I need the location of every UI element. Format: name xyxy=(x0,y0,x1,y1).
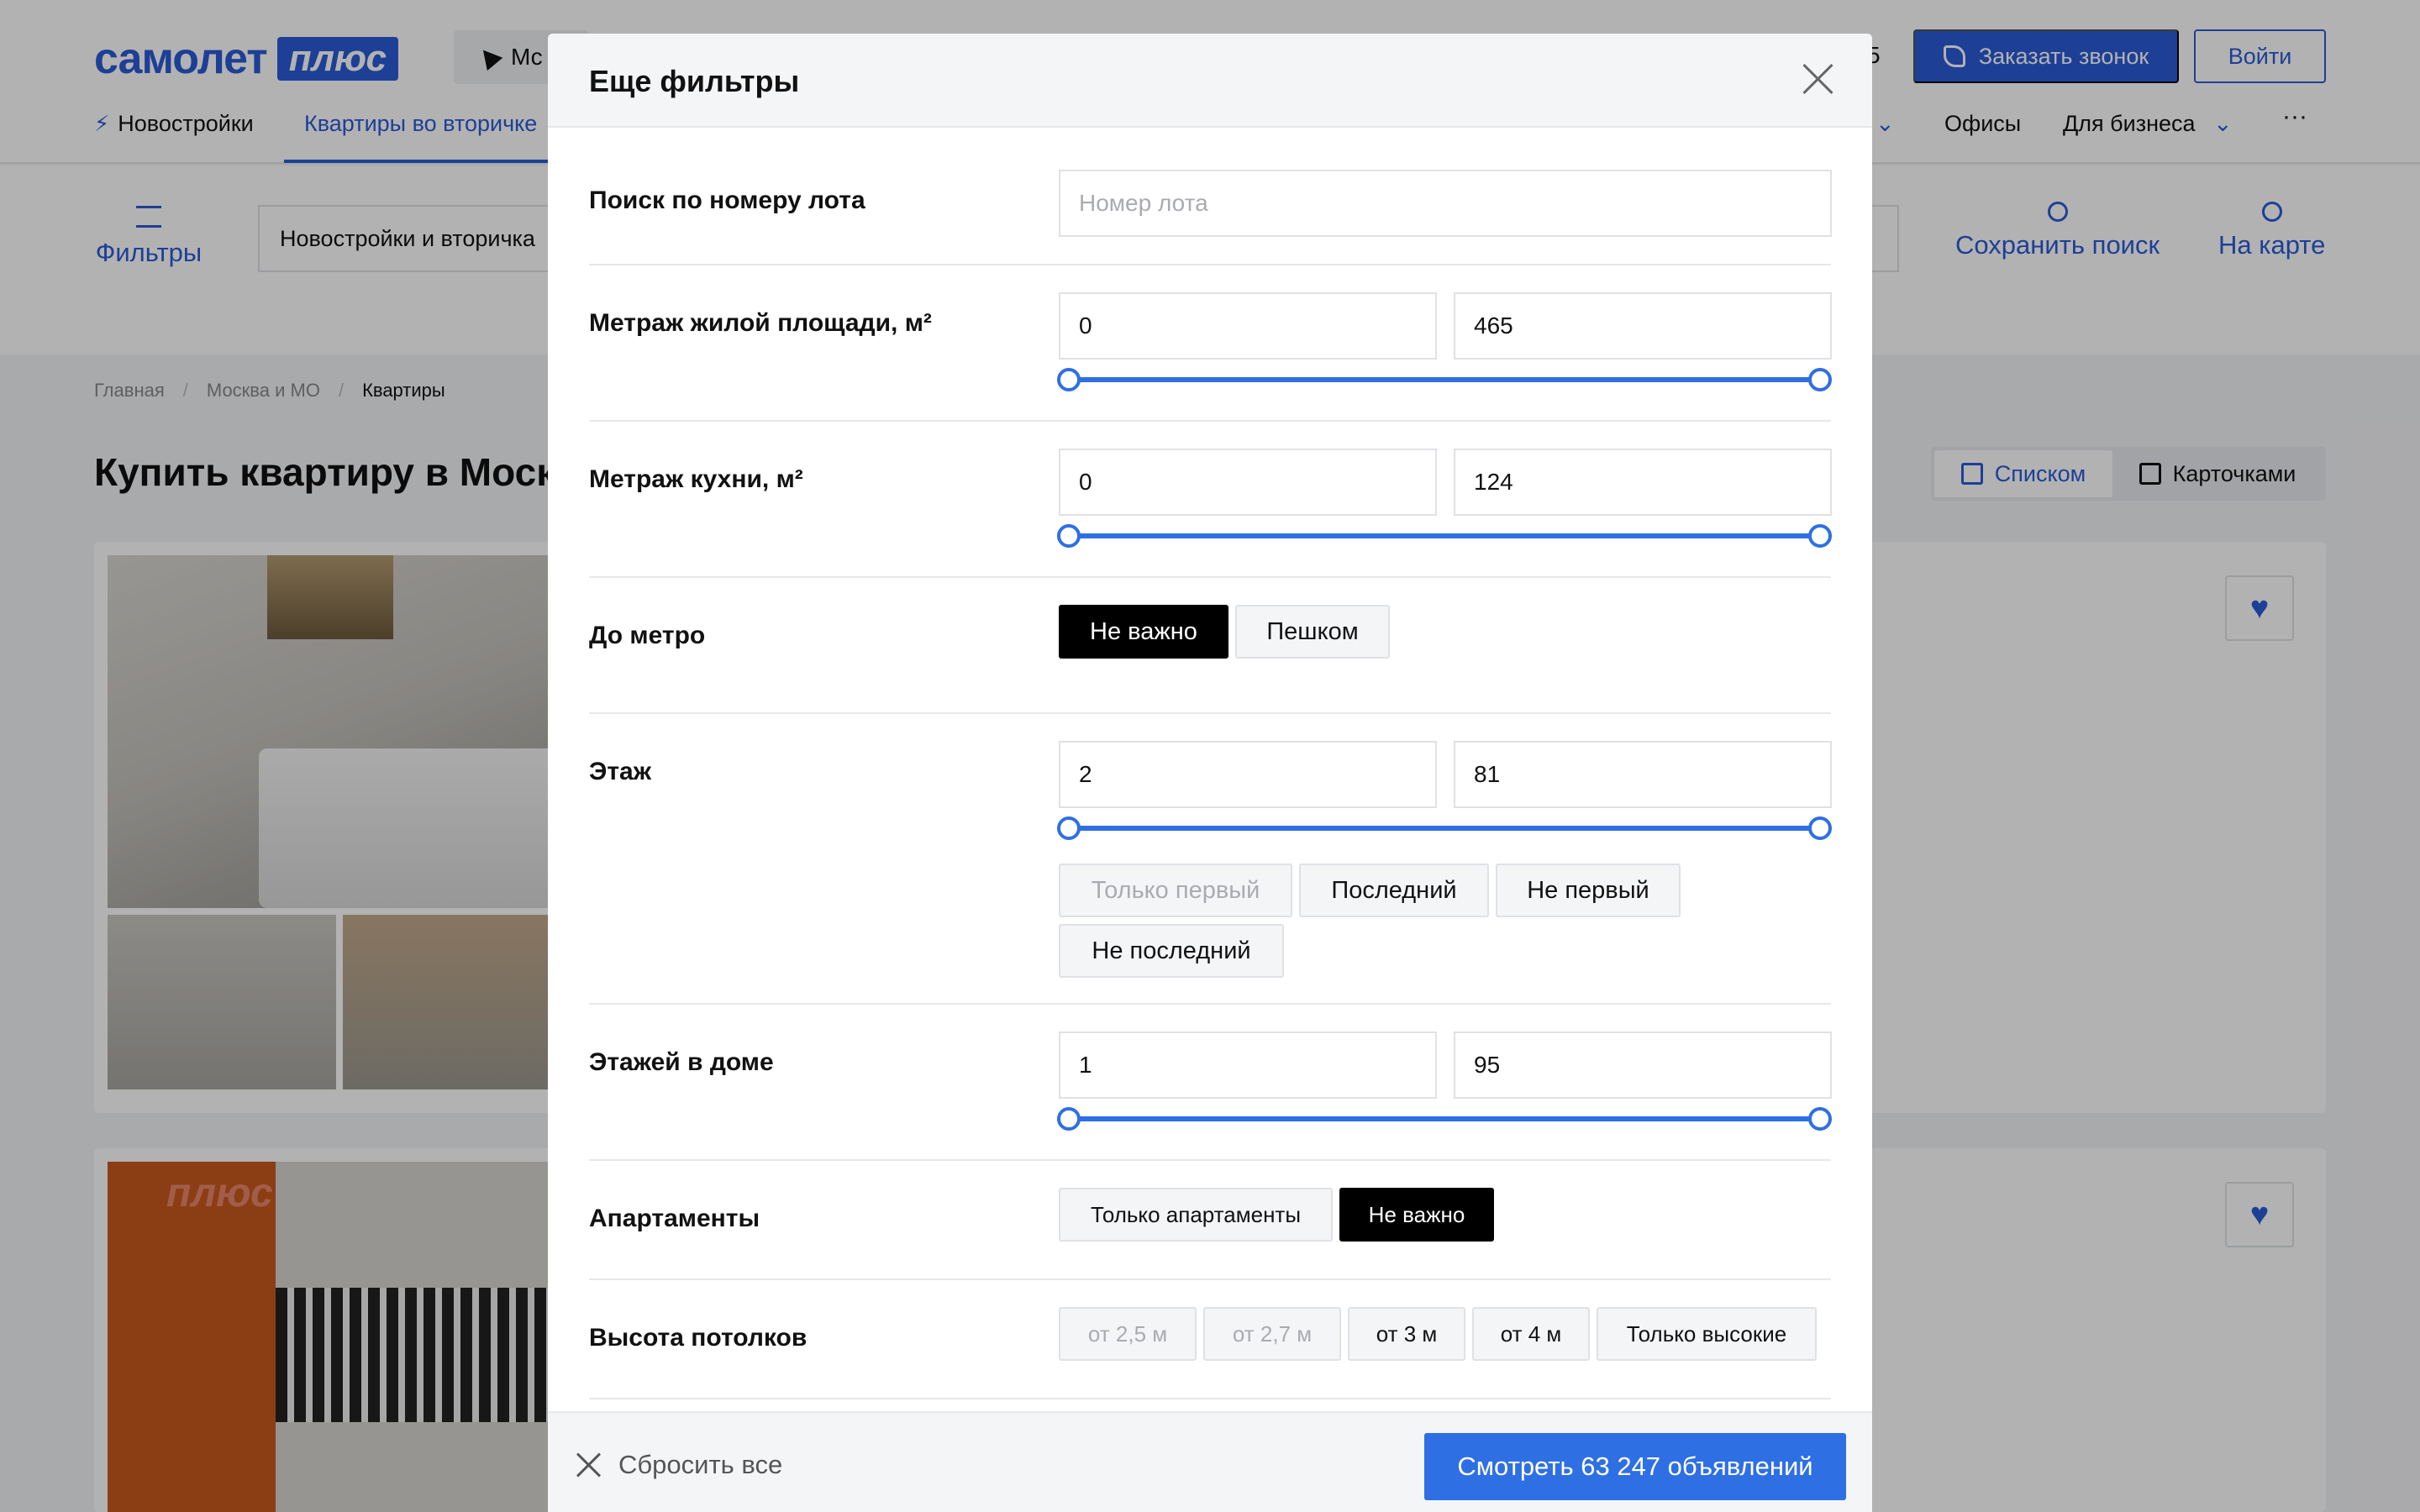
floor-label: Этаж xyxy=(589,758,651,785)
divider xyxy=(589,1278,1831,1280)
apartments-label: Апартаменты xyxy=(589,1205,760,1232)
slider-max-handle[interactable] xyxy=(1808,368,1832,391)
more-filters-modal: Еще фильтры Поиск по номеру лота Метраж … xyxy=(548,34,1872,1512)
kitchen-area-label: Метраж кухни, м² xyxy=(589,465,803,493)
ceiling-high-only-chip[interactable]: Только высокие xyxy=(1597,1307,1817,1361)
slider-max-handle[interactable] xyxy=(1808,524,1832,548)
divider xyxy=(589,420,1831,422)
floors-total-label: Этажей в доме xyxy=(589,1048,774,1076)
slider-min-handle[interactable] xyxy=(1057,524,1081,548)
divider xyxy=(589,264,1831,265)
slider-max-handle[interactable] xyxy=(1808,1107,1832,1131)
close-icon xyxy=(576,1452,602,1478)
slider-track xyxy=(1069,533,1820,538)
ceiling-label: Высота потолков xyxy=(589,1324,808,1352)
kitchen-area-from-input[interactable] xyxy=(1059,449,1437,516)
living-area-to-input[interactable] xyxy=(1454,292,1832,360)
apartments-only-chip[interactable]: Только апартаменты xyxy=(1059,1188,1333,1242)
divider xyxy=(589,576,1831,578)
show-results-button[interactable]: Смотреть 63 247 объявлений xyxy=(1424,1433,1846,1500)
floor-not-last-chip[interactable]: Не последний xyxy=(1059,924,1284,978)
reset-all-button[interactable]: Сбросить все xyxy=(576,1450,782,1480)
ceiling-4-chip[interactable]: от 4 м xyxy=(1472,1307,1590,1361)
slider-min-handle[interactable] xyxy=(1057,816,1081,840)
divider xyxy=(589,1003,1831,1005)
floors-total-to-input[interactable] xyxy=(1454,1032,1832,1099)
slider-max-handle[interactable] xyxy=(1808,816,1832,840)
floors-total-slider[interactable] xyxy=(1057,1107,1832,1131)
living-area-from-input[interactable] xyxy=(1059,292,1437,360)
slider-track xyxy=(1069,826,1820,831)
living-area-label: Метраж жилой площади, м² xyxy=(589,309,932,337)
close-icon[interactable] xyxy=(1802,62,1835,96)
lot-search-label: Поиск по номеру лота xyxy=(589,186,865,214)
living-area-slider[interactable] xyxy=(1057,368,1832,391)
metro-label: До метро xyxy=(589,622,706,649)
divider xyxy=(589,1398,1831,1399)
floor-last-chip[interactable]: Последний xyxy=(1299,864,1489,917)
modal-footer: Сбросить все Смотреть 63 247 объявлений xyxy=(548,1411,1872,1512)
apartments-any-chip[interactable]: Не важно xyxy=(1339,1188,1494,1242)
modal-title: Еще фильтры xyxy=(589,64,800,98)
lot-number-input[interactable] xyxy=(1059,170,1832,237)
ceiling-3-chip[interactable]: от 3 м xyxy=(1348,1307,1465,1361)
ceiling-2-7-chip[interactable]: от 2,7 м xyxy=(1203,1307,1341,1361)
metro-walk-chip[interactable]: Пешком xyxy=(1235,605,1390,659)
divider xyxy=(589,1159,1831,1161)
slider-min-handle[interactable] xyxy=(1057,368,1081,391)
floors-total-from-input[interactable] xyxy=(1059,1032,1437,1099)
slider-track xyxy=(1069,377,1820,382)
floor-to-input[interactable] xyxy=(1454,741,1832,808)
floor-from-input[interactable] xyxy=(1059,741,1437,808)
divider xyxy=(589,712,1831,714)
ceiling-2-5-chip[interactable]: от 2,5 м xyxy=(1059,1307,1197,1361)
reset-all-label: Сбросить все xyxy=(618,1450,783,1479)
floor-only-first-chip[interactable]: Только первый xyxy=(1059,864,1292,917)
slider-track xyxy=(1069,1116,1820,1121)
floor-not-first-chip[interactable]: Не первый xyxy=(1496,864,1681,917)
modal-header: Еще фильтры xyxy=(548,34,1872,128)
kitchen-area-to-input[interactable] xyxy=(1454,449,1832,516)
metro-any-chip[interactable]: Не важно xyxy=(1059,605,1228,659)
slider-min-handle[interactable] xyxy=(1057,1107,1081,1131)
floor-slider[interactable] xyxy=(1057,816,1832,840)
kitchen-area-slider[interactable] xyxy=(1057,524,1832,548)
